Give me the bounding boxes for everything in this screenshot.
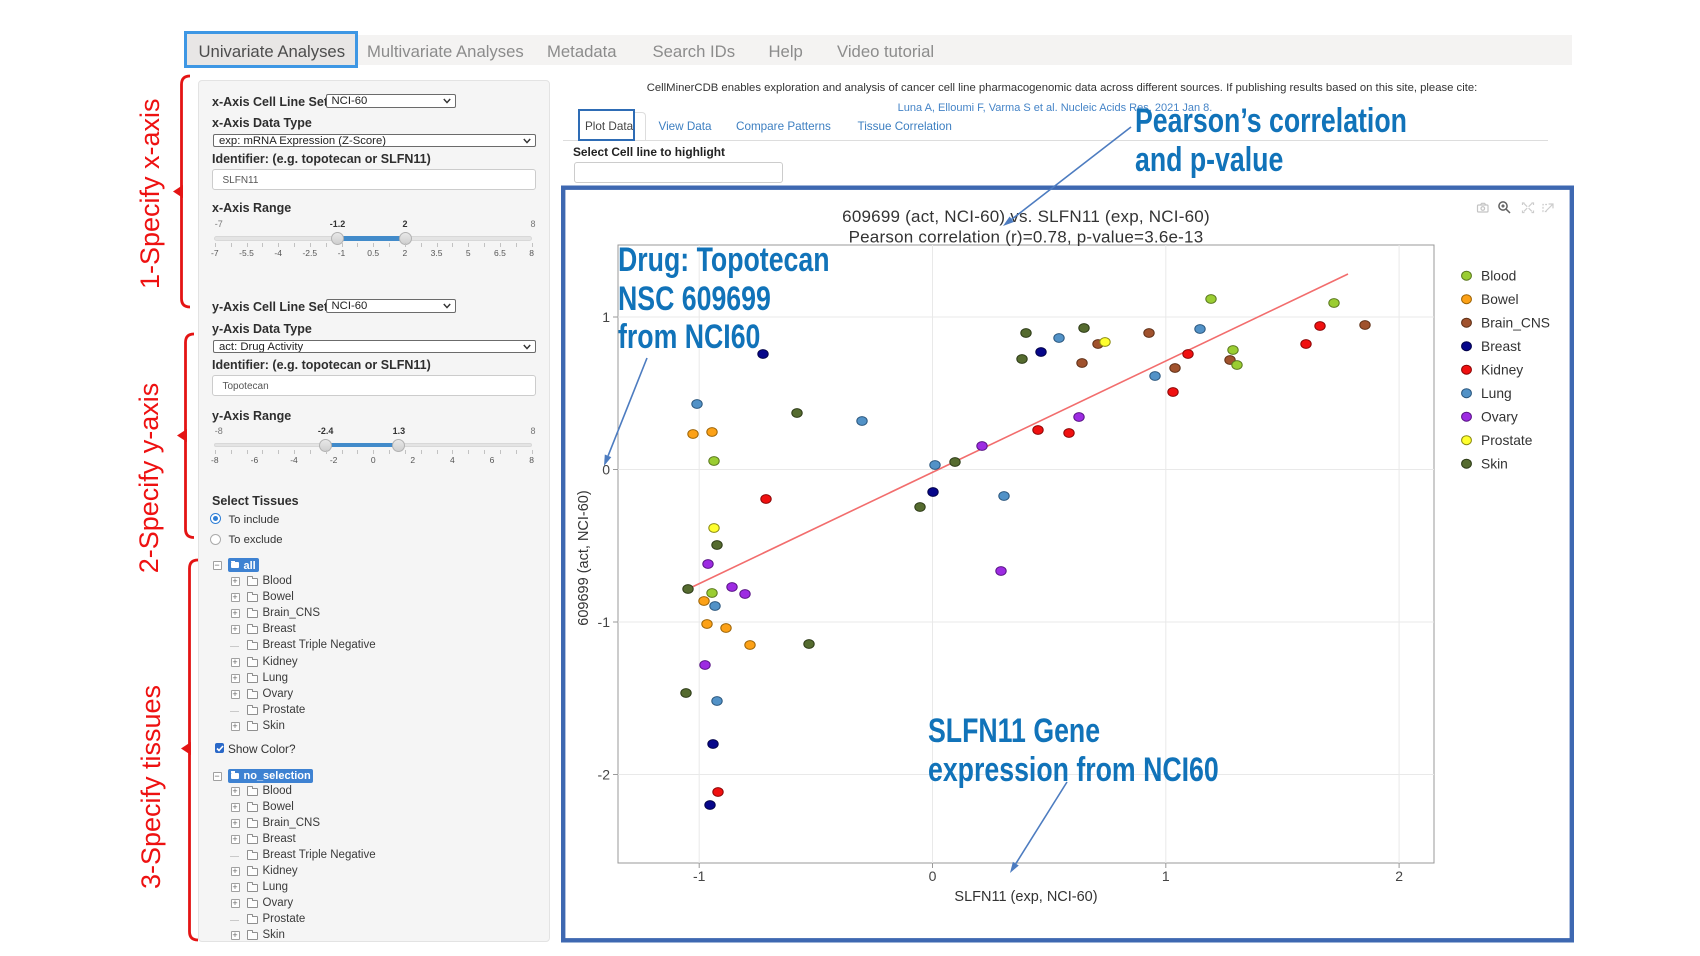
svg-text:SLFN11 (exp, NCI-60): SLFN11 (exp, NCI-60): [954, 889, 1097, 905]
svg-text:2: 2: [1395, 868, 1403, 884]
svg-text:609699 (act, NCI-60) vs. SLFN1: 609699 (act, NCI-60) vs. SLFN11 (exp, NC…: [842, 207, 1210, 226]
svg-text:-1: -1: [693, 868, 706, 884]
svg-text:0: 0: [602, 462, 610, 478]
svg-text:Prostate: Prostate: [1481, 433, 1533, 448]
svg-text:Blood: Blood: [1481, 269, 1516, 284]
svg-text:Kidney: Kidney: [1481, 363, 1523, 378]
svg-text:-1: -1: [598, 614, 611, 630]
svg-text:Pearson correlation (r)=0.78,: Pearson correlation (r)=0.78, p-value=3.…: [849, 228, 1204, 247]
svg-text:-2: -2: [598, 767, 611, 783]
svg-text:Lung: Lung: [1481, 386, 1512, 401]
svg-text:Brain_CNS: Brain_CNS: [1481, 316, 1550, 331]
svg-text:1: 1: [602, 309, 610, 325]
svg-text:0: 0: [929, 868, 937, 884]
svg-text:Ovary: Ovary: [1481, 410, 1518, 425]
svg-text:Bowel: Bowel: [1481, 292, 1519, 307]
svg-text:Skin: Skin: [1481, 457, 1508, 472]
svg-text:Breast: Breast: [1481, 339, 1521, 354]
svg-text:1: 1: [1162, 868, 1170, 884]
svg-text:609699 (act, NCI-60): 609699 (act, NCI-60): [576, 490, 592, 625]
